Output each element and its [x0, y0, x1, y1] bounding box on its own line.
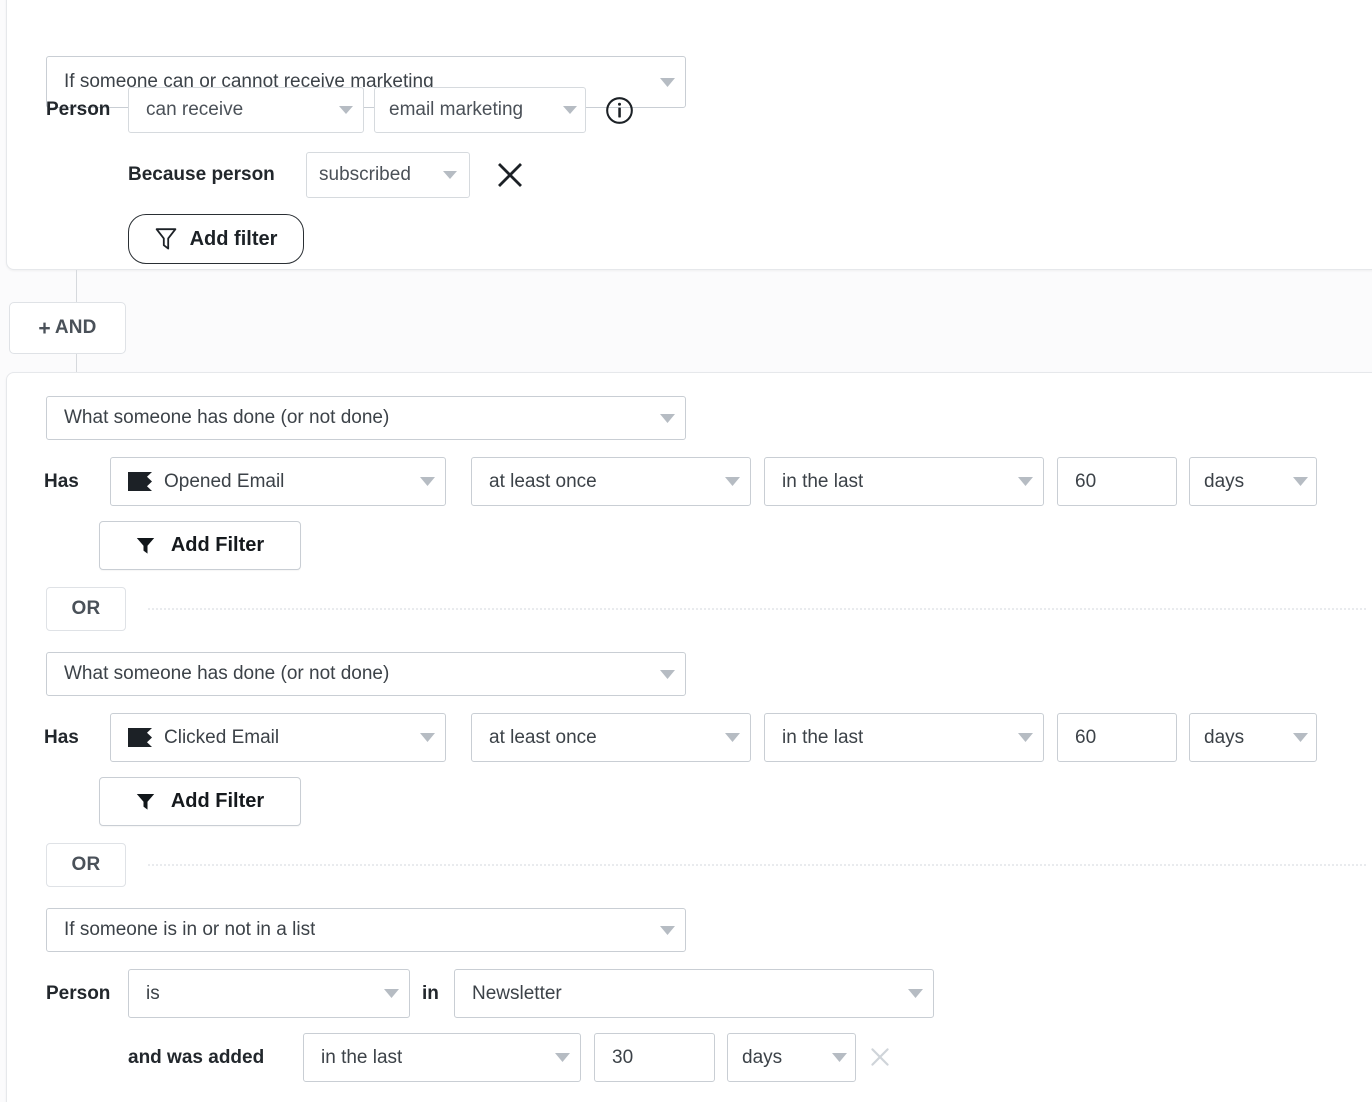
list-name-value: Newsletter: [472, 983, 562, 1005]
chevron-down-icon: [1008, 733, 1033, 742]
amount-input-1[interactable]: 60: [1057, 457, 1177, 506]
added-unit-select[interactable]: days: [727, 1033, 856, 1082]
frequency-select-2[interactable]: at least once: [471, 713, 751, 762]
chevron-down-icon: [825, 1053, 847, 1062]
and-button-label: AND: [55, 317, 97, 339]
person-label-2: Person: [46, 976, 110, 1012]
frequency-value-1: at least once: [489, 471, 597, 493]
chevron-down-icon: [898, 989, 923, 998]
has-label-1: Has: [44, 464, 79, 500]
metric-select-1[interactable]: Opened Email: [110, 457, 446, 506]
unit-select-1[interactable]: days: [1189, 457, 1317, 506]
chevron-down-icon: [436, 171, 457, 179]
because-reason-select[interactable]: subscribed: [306, 152, 470, 198]
flag-icon: [128, 728, 152, 747]
and-was-added-label: and was added: [128, 1040, 264, 1076]
chevron-down-icon: [1286, 733, 1308, 742]
condition-type-value-4: If someone is in or not in a list: [64, 919, 315, 941]
chevron-down-icon: [650, 926, 675, 935]
connector-line-upper: [76, 270, 77, 302]
person-label-1: Person: [46, 92, 110, 128]
list-membership-select[interactable]: is: [128, 969, 410, 1018]
unit-value-1: days: [1204, 471, 1244, 493]
added-unit-value: days: [742, 1047, 782, 1069]
list-name-select[interactable]: Newsletter: [454, 969, 934, 1018]
plus-icon: +: [38, 318, 50, 339]
chevron-down-icon: [410, 477, 435, 486]
or-divider-2: OR: [46, 843, 1366, 887]
add-and-group-button[interactable]: + AND: [9, 302, 126, 354]
connector-line-lower: [76, 354, 77, 374]
funnel-outline-icon: [155, 227, 177, 251]
or-divider-1: OR: [46, 587, 1366, 631]
metric-value-1: Opened Email: [164, 471, 284, 493]
add-filter-label-1: Add filter: [190, 228, 278, 251]
or-dashed-line-1: [148, 608, 1366, 610]
condition-type-select-2[interactable]: What someone has done (or not done): [46, 396, 686, 440]
condition-type-select-4[interactable]: If someone is in or not in a list: [46, 908, 686, 952]
close-icon[interactable]: [867, 1044, 893, 1075]
flag-icon: [128, 472, 152, 491]
chevron-down-icon: [329, 106, 353, 114]
close-icon[interactable]: [494, 159, 526, 196]
timeframe-select-1[interactable]: in the last: [764, 457, 1044, 506]
metric-value-2: Clicked Email: [164, 727, 279, 749]
chevron-down-icon: [650, 78, 675, 87]
can-receive-select[interactable]: can receive: [128, 87, 364, 133]
chevron-down-icon: [545, 1053, 570, 1062]
can-receive-value: can receive: [146, 99, 243, 121]
has-label-2: Has: [44, 720, 79, 756]
added-timeframe-value: in the last: [321, 1047, 402, 1069]
metric-select-2[interactable]: Clicked Email: [110, 713, 446, 762]
add-filter-button-2[interactable]: Add Filter: [99, 521, 301, 570]
add-filter-label-2: Add Filter: [171, 534, 264, 557]
unit-select-2[interactable]: days: [1189, 713, 1317, 762]
info-icon[interactable]: [605, 96, 634, 130]
segment-builder: If someone can or cannot receive marketi…: [0, 0, 1372, 1102]
chevron-down-icon: [650, 670, 675, 679]
added-amount-input[interactable]: 30: [594, 1033, 715, 1082]
chevron-down-icon: [556, 106, 577, 114]
chevron-down-icon: [410, 733, 435, 742]
chevron-down-icon: [715, 733, 740, 742]
funnel-solid-icon: [136, 536, 155, 555]
marketing-channel-select[interactable]: email marketing: [374, 87, 586, 133]
chevron-down-icon: [715, 477, 740, 486]
funnel-solid-icon: [136, 792, 155, 811]
condition-type-value-2: What someone has done (or not done): [64, 407, 389, 429]
amount-input-2[interactable]: 60: [1057, 713, 1177, 762]
or-button-1[interactable]: OR: [46, 587, 126, 631]
in-label: in: [422, 976, 439, 1012]
or-button-2[interactable]: OR: [46, 843, 126, 887]
added-timeframe-select[interactable]: in the last: [303, 1033, 581, 1082]
add-filter-label-3: Add Filter: [171, 790, 264, 813]
frequency-value-2: at least once: [489, 727, 597, 749]
condition-type-value-3: What someone has done (or not done): [64, 663, 389, 685]
add-filter-button-3[interactable]: Add Filter: [99, 777, 301, 826]
or-dashed-line-2: [148, 864, 1366, 866]
because-person-label: Because person: [128, 157, 275, 193]
list-membership-value: is: [146, 983, 160, 1005]
timeframe-value-1: in the last: [782, 471, 863, 493]
condition-type-select-3[interactable]: What someone has done (or not done): [46, 652, 686, 696]
frequency-select-1[interactable]: at least once: [471, 457, 751, 506]
unit-value-2: days: [1204, 727, 1244, 749]
timeframe-value-2: in the last: [782, 727, 863, 749]
timeframe-select-2[interactable]: in the last: [764, 713, 1044, 762]
chevron-down-icon: [1008, 477, 1033, 486]
marketing-channel-value: email marketing: [389, 99, 523, 121]
because-reason-value: subscribed: [319, 164, 411, 186]
add-filter-button-1[interactable]: Add filter: [128, 214, 304, 264]
chevron-down-icon: [374, 989, 399, 998]
chevron-down-icon: [1286, 477, 1308, 486]
chevron-down-icon: [650, 414, 675, 423]
